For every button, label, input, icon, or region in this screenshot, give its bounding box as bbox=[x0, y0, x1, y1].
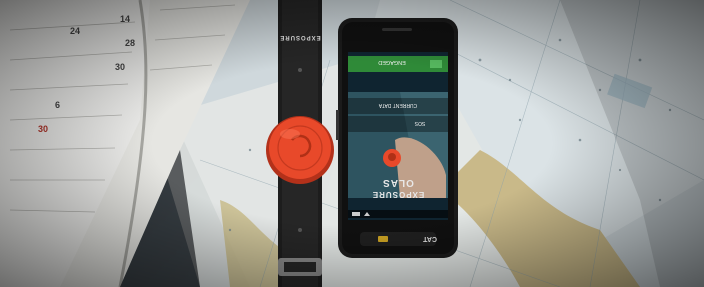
rugged-smartphone: ENGAGED CURRENT DATA SOS EXPOSURE OLAS C… bbox=[336, 18, 458, 258]
screen-brand-logo: EXPOSURE bbox=[372, 190, 424, 199]
book-number-4: 24 bbox=[70, 26, 80, 36]
book-number-5: 6 bbox=[55, 100, 60, 110]
menu-item-sos[interactable] bbox=[348, 116, 448, 132]
photo-illustration: 14 28 30 24 6 30 EXPOSURE ENGAGED CURREN… bbox=[0, 0, 704, 287]
photo-scene: 14 28 30 24 6 30 EXPOSURE ENGAGED CURREN… bbox=[0, 0, 704, 287]
book-number-3: 30 bbox=[115, 62, 125, 72]
menu-label-sos: SOS bbox=[414, 120, 425, 126]
maker-badge: CAT bbox=[422, 235, 437, 242]
nav-home-button[interactable] bbox=[378, 236, 388, 242]
orange-beacon bbox=[266, 116, 334, 184]
strap-brand: EXPOSURE bbox=[279, 34, 320, 40]
book-number-2: 28 bbox=[125, 38, 135, 48]
book-number-6: 30 bbox=[38, 124, 48, 134]
menu-label-current-data: CURRENT DATA bbox=[378, 102, 417, 108]
app-header-icon bbox=[430, 60, 442, 68]
screen-brand-sub: OLAS bbox=[382, 177, 414, 188]
battery-icon bbox=[352, 212, 360, 216]
book-number-1: 14 bbox=[120, 14, 130, 24]
app-header-label: ENGAGED bbox=[378, 59, 406, 65]
